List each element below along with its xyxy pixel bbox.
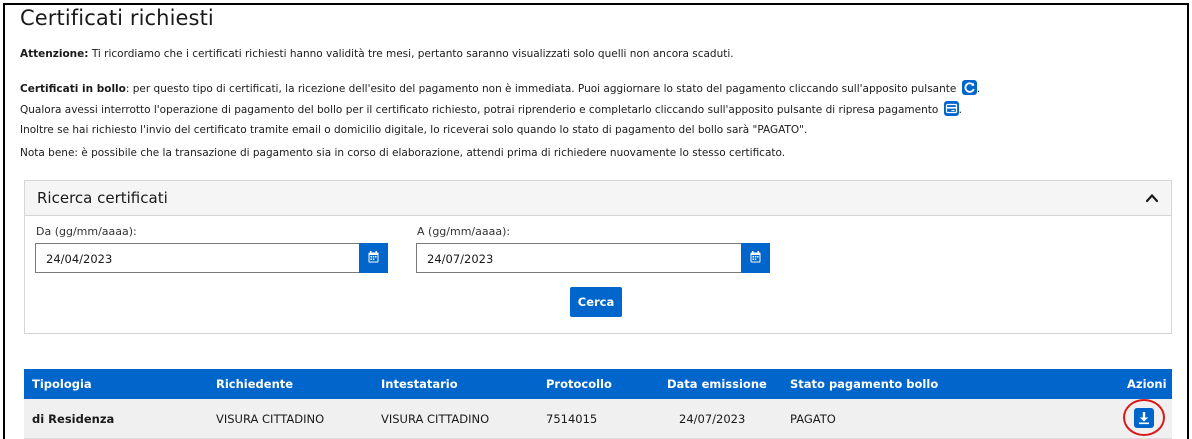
calendar-icon [368,251,379,263]
from-date-field[interactable]: 24/04/2023 [35,243,359,273]
column-header-intestatario[interactable]: Intestatario [381,377,458,391]
column-header-azioni: Azioni [1127,377,1167,391]
cell-stato-pagamento: PAGATO [790,412,836,426]
calendar-icon [750,251,761,263]
bollo-label: Certificati in bollo [20,83,126,95]
download-icon [1139,412,1149,425]
interrupted-period: . [958,104,962,116]
column-header-protocollo[interactable]: Protocollo [546,377,612,391]
certificates-table: Tipologia Richiedente Intestatario Proto… [24,369,1172,439]
attention-text: Ti ricordiamo che i certificati richiest… [88,48,734,60]
to-date-field[interactable]: 24/07/2023 [416,243,741,273]
interrupted-note: Qualora avessi interrotto l'operazione d… [20,101,962,116]
cell-protocollo: 7514015 [546,412,598,426]
search-button[interactable]: Cerca [570,287,622,317]
column-header-richiedente[interactable]: Richiedente [216,377,293,391]
cell-data-emissione: 24/07/2023 [679,412,746,426]
refresh-icon [961,80,977,95]
nota-bene-note: Nota bene: è possibile che la transazion… [20,147,786,159]
attention-label: Attenzione: [20,48,89,60]
interrupted-text: Qualora avessi interrotto l'operazione d… [20,104,939,116]
table-row: di Residenza VISURA CITTADINO VISURA CIT… [24,399,1172,439]
chevron-up-icon[interactable] [1143,189,1161,207]
attention-note: Attenzione: Ti ricordiamo che i certific… [20,48,734,60]
search-panel-header[interactable]: Ricerca certificati [25,181,1171,216]
search-panel-title: Ricerca certificati [37,189,168,207]
cell-tipologia: di Residenza [32,412,115,426]
cell-richiedente: VISURA CITTADINO [216,412,325,426]
column-header-tipologia[interactable]: Tipologia [32,377,92,391]
to-calendar-button[interactable] [741,243,770,273]
table-header: Tipologia Richiedente Intestatario Proto… [24,369,1172,399]
column-header-data-emissione[interactable]: Data emissione [667,377,767,391]
bollo-text: : per questo tipo di certificati, la ric… [125,83,957,95]
email-note: Inoltre se hai richiesto l'invio del cer… [20,124,808,136]
cell-intestatario: VISURA CITTADINO [381,412,490,426]
bollo-period: . [976,83,981,95]
bollo-note: Certificati in bollo: per questo tipo di… [20,80,980,95]
from-date-label: Da (gg/mm/aaaa): [36,225,137,238]
to-date-label: A (gg/mm/aaaa): [417,225,511,238]
page-title: Certificati richiesti [20,6,214,30]
column-header-stato-pagamento[interactable]: Stato pagamento bollo [790,377,938,391]
download-button[interactable] [1134,408,1154,428]
credit-card-icon [943,101,959,116]
from-calendar-button[interactable] [359,243,388,273]
